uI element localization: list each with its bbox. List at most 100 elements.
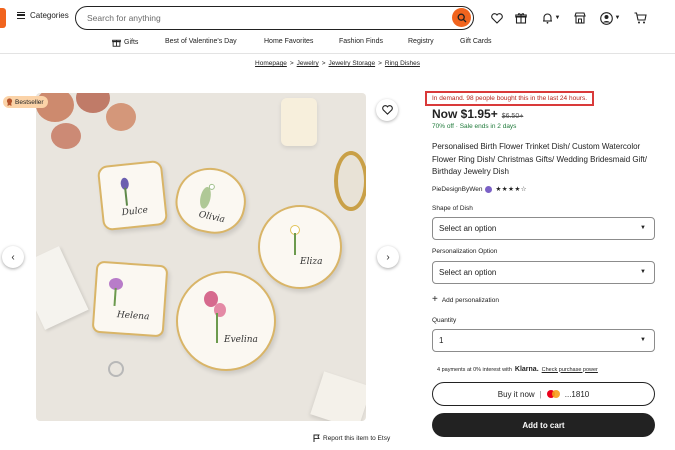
chevron-down-icon: ▼ — [640, 225, 646, 231]
shop-manager-button[interactable] — [573, 10, 587, 26]
price-original: $6.50+ — [501, 113, 524, 120]
quantity-select[interactable]: 1 ▼ — [432, 329, 655, 352]
shape-select[interactable]: Select an option ▼ — [432, 217, 655, 240]
flower-decoration — [36, 93, 156, 173]
dish-olivia: Olivia — [170, 161, 252, 240]
mastercard-icon — [546, 390, 560, 398]
nav-item-gift-cards[interactable]: Gift Cards — [460, 38, 492, 45]
breadcrumb-link-jewelry[interactable]: Jewelry — [297, 60, 319, 67]
cart-icon — [634, 12, 647, 24]
next-image-button[interactable]: › — [377, 246, 399, 268]
etsy-logo[interactable] — [0, 8, 6, 28]
nav-item-valentines[interactable]: Best of Valentine's Day — [165, 38, 237, 45]
chevron-down-icon: ▼ — [614, 15, 621, 21]
box-decoration — [310, 371, 366, 421]
breadcrumb-link-homepage[interactable]: Homepage — [255, 60, 287, 67]
breadcrumb-separator: > — [378, 60, 382, 67]
ring-decoration — [108, 361, 124, 377]
personalization-select-value: Select an option — [439, 268, 497, 277]
bestseller-label: Bestseller — [15, 98, 44, 106]
breadcrumb-separator: > — [289, 60, 294, 67]
dish-name: Evelina — [224, 335, 258, 345]
dish-eliza: Eliza — [258, 205, 342, 289]
avatar-icon — [599, 11, 613, 25]
product-title: Personalised Birth Flower Trinket Dish/ … — [432, 142, 648, 176]
gift-button[interactable] — [514, 10, 528, 26]
category-nav: Gifts Best of Valentine's Day Home Favor… — [0, 36, 675, 52]
search-bar — [75, 6, 474, 30]
quantity-label: Quantity — [432, 317, 457, 324]
dish-name: Helena — [116, 310, 150, 323]
search-icon — [457, 13, 466, 22]
shape-label: Shape of Dish — [432, 205, 473, 212]
nav-item-label: Fashion Finds — [339, 38, 383, 45]
star-seller-icon — [485, 185, 493, 193]
klarna-info: 4 payments at 0% interest with Klarna. C… — [437, 366, 598, 373]
breadcrumb-link-ring-dishes[interactable]: Ring Dishes — [385, 60, 420, 67]
rating-stars[interactable]: ★★★★☆ — [495, 185, 527, 193]
dish-helena: Helena — [91, 260, 169, 338]
personalization-select[interactable]: Select an option ▼ — [432, 261, 655, 284]
divider: | — [539, 389, 542, 399]
bestseller-badge: Bestseller — [3, 96, 48, 108]
chevron-left-icon: ‹ — [11, 251, 15, 263]
nav-item-label: Gift Cards — [460, 38, 492, 45]
previous-image-button[interactable]: ‹ — [2, 246, 24, 268]
nav-item-registry[interactable]: Registry — [408, 38, 434, 45]
add-personalization-button[interactable]: + Add personalization — [432, 294, 499, 305]
klarna-text: 4 payments at 0% interest with — [437, 366, 512, 373]
check-purchase-power-link[interactable]: Check purchase power — [542, 367, 598, 373]
shop-name-link[interactable]: PieDesignByWen — [432, 186, 482, 193]
nav-item-gifts[interactable]: Gifts — [112, 38, 138, 47]
categories-label: Categories — [30, 11, 69, 20]
chevron-right-icon: › — [386, 251, 390, 263]
plus-icon: + — [432, 294, 438, 305]
chevron-down-icon: ▼ — [554, 15, 561, 21]
report-label: Report this item to Etsy — [323, 434, 391, 442]
nav-item-label: Gifts — [124, 39, 139, 46]
product-photo[interactable]: Dulce Olivia Eliza Helena Evelina — [36, 93, 366, 421]
search-button[interactable] — [452, 8, 471, 27]
search-input[interactable] — [87, 11, 437, 25]
card-decoration — [36, 246, 89, 330]
nav-item-fashion-finds[interactable]: Fashion Finds — [339, 38, 383, 45]
add-to-cart-button[interactable]: Add to cart — [432, 413, 655, 437]
cart-button[interactable] — [633, 10, 647, 26]
chevron-down-icon: ▼ — [640, 337, 646, 343]
heart-icon — [381, 105, 393, 115]
price-now: Now $1.95+ — [432, 107, 498, 121]
dish-name: Olivia — [197, 209, 226, 226]
shop-info: PieDesignByWen ★★★★☆ — [432, 185, 527, 193]
breadcrumb: Homepage > Jewelry > Jewelry Storage > Ring Di… — [0, 60, 675, 67]
price: Now $1.95+ $6.50+ — [432, 107, 523, 121]
dish-dulce: Dulce — [96, 159, 169, 232]
flag-icon — [313, 434, 320, 442]
header-divider — [0, 53, 675, 54]
dish-evelina: Evelina — [176, 271, 276, 371]
dish-name: Eliza — [300, 257, 323, 267]
card-last4: ...1810 — [564, 389, 590, 399]
chevron-down-icon: ▼ — [640, 269, 646, 275]
breadcrumb-separator: > — [321, 60, 326, 67]
nav-item-label: Best of Valentine's Day — [165, 38, 237, 45]
favorite-button[interactable] — [376, 99, 398, 121]
demand-notice: In demand. 98 people bought this in the … — [425, 91, 595, 106]
bell-icon — [542, 13, 552, 24]
nav-item-label: Registry — [408, 38, 434, 45]
breadcrumb-link-jewelry-storage[interactable]: Jewelry Storage — [329, 60, 376, 67]
dish-name: Dulce — [121, 205, 149, 219]
buy-it-now-button[interactable]: Buy it now | ...1810 — [432, 382, 655, 406]
account-button[interactable]: ▼ — [598, 10, 622, 26]
shape-select-value: Select an option — [439, 224, 497, 233]
heart-icon — [491, 12, 503, 24]
categories-button[interactable]: Categories — [17, 11, 69, 20]
klarna-logo: Klarna. — [514, 366, 539, 373]
add-to-cart-label: Add to cart — [522, 420, 565, 430]
notifications-button[interactable]: ▼ — [540, 10, 562, 26]
shop-icon — [574, 12, 586, 24]
report-item-link[interactable]: Report this item to Etsy — [313, 434, 390, 442]
sale-info: 70% off · Sale ends in 2 days — [432, 123, 517, 130]
nav-item-home-favorites[interactable]: Home Favorites — [264, 38, 313, 45]
quantity-select-value: 1 — [439, 336, 444, 345]
favorites-button[interactable] — [490, 10, 504, 26]
